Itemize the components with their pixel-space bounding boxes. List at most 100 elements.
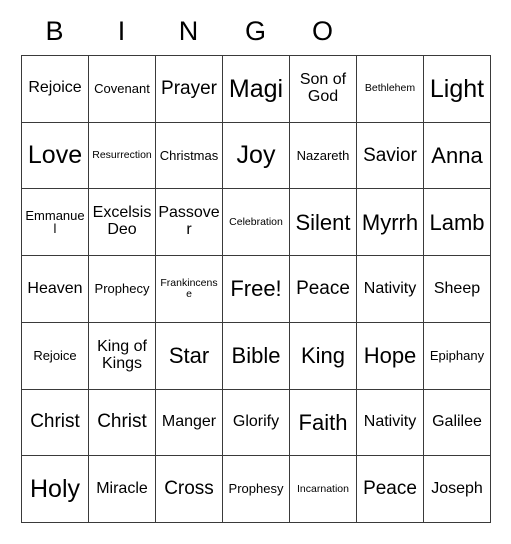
bingo-cell-label: Nativity (363, 412, 417, 430)
bingo-cell[interactable]: Epiphany (424, 322, 491, 390)
bingo-cell[interactable]: Rejoice (22, 56, 89, 123)
bingo-cell-label: Free! (230, 276, 282, 302)
bingo-cell-label: Nazareth (296, 147, 350, 163)
bingo-cell[interactable]: Excelsis Deo (89, 189, 156, 257)
bingo-cell[interactable]: Lamb (424, 189, 491, 257)
bingo-cell[interactable]: King of Kings (89, 322, 156, 390)
bingo-cell[interactable]: Manger (156, 389, 223, 457)
bingo-cell-label: Prayer (161, 77, 217, 99)
bingo-cell[interactable]: Covenant (89, 56, 156, 123)
bingo-cell-label: Cross (164, 478, 214, 500)
bingo-cell[interactable]: Bible (223, 322, 290, 390)
bingo-cell-label: Silent (295, 209, 351, 235)
bingo-cell[interactable]: Emmanuel (22, 189, 89, 257)
bingo-cell[interactable]: Cross (156, 456, 223, 523)
bingo-cell[interactable]: Christ (89, 389, 156, 457)
bingo-cell-label: Hope (363, 343, 417, 369)
bingo-cell-label: Anna (431, 142, 483, 168)
bingo-cell[interactable]: Silent (290, 189, 357, 257)
bingo-cell[interactable]: Bethlehem (357, 56, 424, 123)
bingo-cell-label: Myrrh (361, 209, 419, 235)
bingo-cell[interactable]: Nativity (357, 256, 424, 323)
bingo-cell-label: Savior (363, 144, 417, 166)
bingo-cell[interactable]: Son of God (290, 56, 357, 123)
bingo-cell[interactable]: Hope (357, 322, 424, 390)
bingo-cell-label: Peace (296, 277, 350, 299)
bingo-cell-label: Rejoice (28, 79, 82, 97)
bingo-cell[interactable]: Prophecy (89, 256, 156, 323)
bingo-cell-label: Bible (231, 343, 281, 369)
bingo-cell-label: Christmas (159, 147, 219, 163)
bingo-cell-label: Glorify (232, 412, 280, 430)
bingo-cell[interactable]: Passover (156, 189, 223, 257)
bingo-header-letter-n: N (178, 16, 199, 46)
bingo-cell[interactable]: Incarnation (290, 456, 357, 523)
bingo-cell[interactable]: Anna (424, 122, 491, 190)
bingo-cell-label: Frankincense (160, 276, 218, 300)
bingo-cell[interactable]: Celebration (223, 189, 290, 257)
bingo-cell[interactable]: Frankincense (156, 256, 223, 323)
bingo-header-letter-b: B (45, 16, 64, 46)
bingo-cell[interactable]: Rejoice (22, 322, 89, 390)
bingo-cell-label: Love (27, 141, 83, 170)
bingo-cell-label: Covenant (94, 80, 150, 96)
bingo-cell-label: Bethlehem (364, 82, 416, 95)
bingo-header-letters: BINGO (21, 16, 356, 46)
bingo-cell-label: Magi (228, 74, 284, 103)
bingo-cell-label: Galilee (432, 412, 482, 430)
bingo-cell[interactable]: Sheep (424, 256, 491, 323)
bingo-cell-label: Manger (161, 412, 217, 430)
bingo-header-letter-o: O (311, 16, 333, 46)
bingo-header-letter-g: G (244, 16, 266, 46)
bingo-cell[interactable]: Nativity (357, 389, 424, 457)
bingo-cell-label: Incarnation (297, 482, 349, 495)
bingo-cell[interactable]: Resurrection (89, 122, 156, 190)
bingo-cell-label: Christ (97, 411, 147, 433)
bingo-cell[interactable]: Star (156, 322, 223, 390)
bingo-cell-label: Rejoice (33, 347, 77, 363)
bingo-cell[interactable]: Heaven (22, 256, 89, 323)
bingo-cell[interactable]: Savior (357, 122, 424, 190)
bingo-cell[interactable]: Galilee (424, 389, 491, 457)
bingo-cell[interactable]: Joy (223, 122, 290, 190)
bingo-cell-label: Peace (363, 478, 417, 500)
bingo-cell[interactable]: Love (22, 122, 89, 190)
bingo-cell[interactable]: Myrrh (357, 189, 424, 257)
bingo-cell[interactable]: Peace (290, 256, 357, 323)
bingo-cell-label: Sheep (433, 279, 481, 297)
bingo-cell[interactable]: Miracle (89, 456, 156, 523)
bingo-cell-label: Faith (298, 409, 348, 435)
bingo-cell[interactable]: Prayer (156, 56, 223, 123)
bingo-cell-label: Joy (236, 141, 276, 170)
bingo-cell[interactable]: Joseph (424, 456, 491, 523)
bingo-cell[interactable]: Glorify (223, 389, 290, 457)
bingo-cell[interactable]: Nazareth (290, 122, 357, 190)
bingo-cell-label: Prophesy (228, 481, 284, 497)
bingo-cell[interactable]: Holy (22, 456, 89, 523)
bingo-grid: Rejoice Covenant Prayer Magi Son of God Bethl… (21, 55, 491, 523)
bingo-cell-label: Lamb (429, 209, 485, 235)
bingo-cell-label: Excelsis Deo (92, 204, 152, 239)
bingo-cell[interactable]: Peace (357, 456, 424, 523)
bingo-free-space-cell[interactable]: Free! (223, 256, 290, 323)
bingo-cell-label: Passover (158, 204, 220, 239)
bingo-cell[interactable]: Christmas (156, 122, 223, 190)
bingo-cell[interactable]: Christ (22, 389, 89, 457)
bingo-cell-label: Emmanuel (25, 207, 85, 237)
bingo-cell-label: King of Kings (97, 337, 147, 372)
bingo-cell-label: Son of God (299, 70, 347, 105)
bingo-cell-label: Celebration (229, 215, 283, 228)
bingo-cell-label: Epiphany (429, 347, 485, 363)
bingo-header-letter-i: I (117, 16, 126, 46)
bingo-cell-label: Joseph (431, 479, 483, 497)
bingo-cell[interactable]: Prophesy (223, 456, 290, 523)
bingo-cell-label: Miracle (96, 479, 148, 497)
bingo-cell-label: Heaven (27, 279, 83, 297)
bingo-cell[interactable]: Light (424, 56, 491, 123)
bingo-cell[interactable]: King (290, 322, 357, 390)
bingo-cell-label: Prophecy (94, 281, 150, 297)
bingo-cell[interactable]: Faith (290, 389, 357, 457)
bingo-cell[interactable]: Magi (223, 56, 290, 123)
bingo-cell-label: Christ (30, 411, 80, 433)
bingo-cell-label: Nativity (363, 279, 417, 297)
